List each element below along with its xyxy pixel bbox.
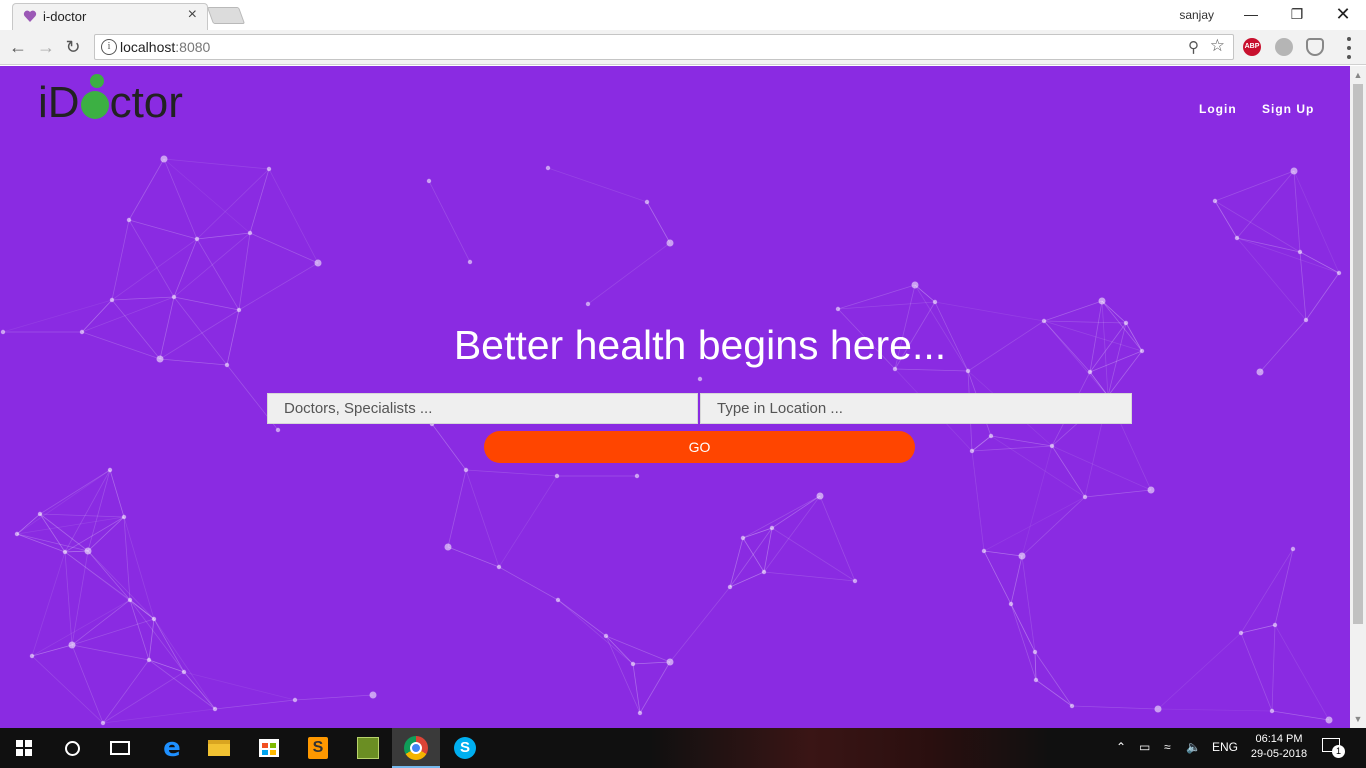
edge-icon[interactable]: e: [158, 733, 186, 763]
zoom-icon[interactable]: ⚲: [1188, 38, 1199, 56]
idoctor-logo[interactable]: iD ctor: [38, 74, 198, 128]
go-button[interactable]: GO: [484, 431, 915, 463]
hero-title: Better health begins here...: [453, 322, 947, 368]
shield-extension-icon[interactable]: [1306, 38, 1324, 56]
wifi-icon[interactable]: ≈: [1164, 740, 1171, 754]
url-host: localhost: [120, 39, 176, 55]
browser-tabstrip: i-doctor × sanjay — ❐ ✕: [0, 0, 1366, 30]
notification-count: 1: [1332, 745, 1345, 758]
stethoscope-icon: [80, 91, 109, 119]
page-content: iD ctor Login Sign Up Better health begin…: [0, 66, 1350, 728]
minimize-icon[interactable]: —: [1228, 0, 1274, 28]
extension-icon[interactable]: [1275, 38, 1293, 56]
logo-suffix: ctor: [109, 78, 183, 127]
tab-close-icon[interactable]: ×: [188, 6, 197, 24]
url-text: localhost:8080: [120, 39, 210, 55]
skype-icon[interactable]: S: [451, 734, 479, 762]
signup-link[interactable]: Sign Up: [1262, 102, 1314, 116]
restore-icon[interactable]: ❐: [1274, 0, 1320, 28]
location-search-input[interactable]: Type in Location ...: [700, 393, 1132, 424]
language-indicator[interactable]: ENG: [1212, 740, 1238, 754]
close-window-icon[interactable]: ✕: [1320, 0, 1366, 28]
browser-menu-icon[interactable]: [1344, 37, 1354, 59]
page-scrollbar[interactable]: ▲ ▼: [1350, 66, 1366, 728]
sublime-text-icon[interactable]: S: [304, 734, 332, 762]
tray-chevron-up-icon[interactable]: ⌃: [1116, 740, 1126, 754]
volume-icon[interactable]: 🔈: [1186, 740, 1201, 754]
browser-tab[interactable]: i-doctor ×: [12, 3, 208, 30]
clock-time: 06:14 PM: [1255, 733, 1303, 745]
adblock-extension-icon[interactable]: ABP: [1243, 38, 1261, 56]
heart-favicon-icon: [23, 10, 37, 22]
cortana-icon[interactable]: [58, 734, 86, 762]
scroll-thumb[interactable]: [1353, 84, 1363, 624]
new-tab-button[interactable]: [206, 7, 246, 24]
battery-icon[interactable]: ▭: [1139, 740, 1150, 754]
task-view-icon[interactable]: [106, 734, 134, 762]
forward-icon[interactable]: →: [35, 36, 57, 58]
logo-text: iD ctor: [38, 78, 183, 128]
profile-name[interactable]: sanjay: [1179, 8, 1214, 22]
scroll-up-icon[interactable]: ▲: [1353, 70, 1363, 80]
info-icon[interactable]: i: [101, 39, 117, 55]
browser-toolbar: ← → ↻ i localhost:8080 ⚲ ☆ ABP: [0, 30, 1366, 65]
file-explorer-icon[interactable]: [205, 734, 233, 762]
store-icon[interactable]: [255, 734, 283, 762]
start-icon[interactable]: [10, 734, 38, 762]
taskbar-background: [650, 728, 1050, 768]
chrome-icon: [404, 736, 428, 760]
address-bar[interactable]: i localhost:8080 ⚲ ☆: [94, 34, 1234, 60]
doctor-search-input[interactable]: Doctors, Specialists ...: [267, 393, 698, 424]
chrome-taskbar-button[interactable]: [392, 728, 440, 768]
windows-taskbar: e S S ⌃ ▭ ≈ 🔈 ENG 06:14 PM 29-05-2018 1: [0, 728, 1366, 768]
back-icon[interactable]: ←: [7, 36, 29, 58]
url-port: :8080: [175, 39, 211, 55]
clock[interactable]: 06:14 PM 29-05-2018: [1244, 732, 1314, 762]
login-link[interactable]: Login: [1199, 102, 1237, 116]
action-center-icon[interactable]: 1: [1322, 738, 1345, 758]
tab-title: i-doctor: [43, 9, 87, 24]
reload-icon[interactable]: ↻: [62, 36, 84, 58]
scroll-down-icon[interactable]: ▼: [1353, 714, 1363, 724]
logo-prefix: iD: [38, 78, 80, 127]
clock-date: 29-05-2018: [1250, 748, 1308, 760]
tool-icon[interactable]: [354, 734, 382, 762]
bookmark-star-icon[interactable]: ☆: [1210, 36, 1225, 56]
